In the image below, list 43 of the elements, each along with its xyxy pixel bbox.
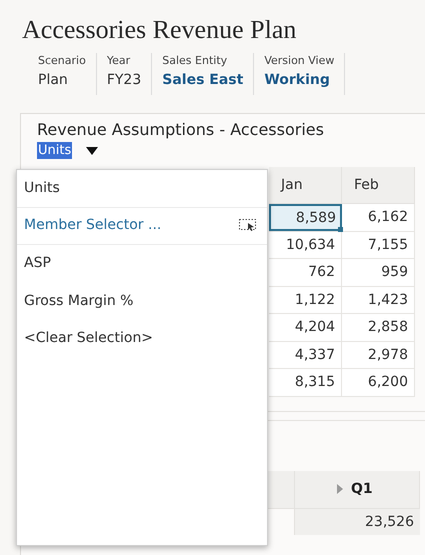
menu-item[interactable]: ASP xyxy=(17,245,267,282)
table-cell[interactable]: 10,634 xyxy=(269,232,342,258)
menu-item[interactable]: Units xyxy=(17,170,267,208)
menu-item-label: ASP xyxy=(24,254,51,274)
pov-value: FY23 xyxy=(106,71,142,90)
table-cell[interactable]: 8,315 xyxy=(269,369,342,396)
pov-label: Version View xyxy=(264,53,334,69)
selector-value[interactable]: Units xyxy=(37,142,72,159)
table-cell[interactable]: 4,204 xyxy=(269,314,342,340)
table-cell[interactable]: 8,589 xyxy=(269,204,342,230)
menu-item[interactable]: Gross Margin % xyxy=(17,282,267,320)
page-title: Accessories Revenue Plan xyxy=(22,14,298,46)
menu-item[interactable]: Member Selector ... xyxy=(17,208,267,245)
pov-label: Year xyxy=(106,53,132,69)
table-cell[interactable]: 762 xyxy=(269,259,342,286)
pov-label: Sales Entity xyxy=(162,53,228,69)
column-label: Q1 xyxy=(351,480,373,498)
table-cell[interactable]: 2,978 xyxy=(342,342,415,368)
column-header: Jan xyxy=(269,167,342,203)
table-cell[interactable]: 959 xyxy=(342,259,415,286)
table-cell[interactable]: 7,155 xyxy=(342,232,415,258)
table-cell[interactable]: 2,858 xyxy=(342,314,415,340)
expand-icon[interactable] xyxy=(337,484,343,494)
menu-item-label: Member Selector ... xyxy=(24,216,162,236)
table-cell[interactable]: 6,162 xyxy=(342,204,415,230)
menu-item[interactable]: <Clear Selection> xyxy=(17,320,267,358)
panel-title: Revenue Assumptions - Accessories xyxy=(37,120,325,140)
pov-label: Scenario xyxy=(38,53,86,69)
pov-value[interactable]: Working xyxy=(264,69,334,91)
menu-item-label: Gross Margin % xyxy=(24,292,134,311)
menu-item-label: Units xyxy=(24,178,60,198)
column-header: Feb xyxy=(342,167,415,203)
menu-item-label: <Clear Selection> xyxy=(24,329,154,348)
caret-icon[interactable] xyxy=(86,146,98,154)
pov-value: Plan xyxy=(38,71,69,90)
table-cell[interactable]: 23,526 xyxy=(294,508,420,534)
table-cell[interactable]: 1,423 xyxy=(342,286,415,313)
table-cell[interactable]: 4,337 xyxy=(269,342,342,368)
pov-value[interactable]: Sales East xyxy=(162,69,244,91)
selection-icon xyxy=(239,218,257,233)
table-cell[interactable]: 6,200 xyxy=(342,369,415,396)
fill-handle[interactable] xyxy=(338,226,343,232)
table-cell[interactable]: 1,122 xyxy=(269,286,342,313)
